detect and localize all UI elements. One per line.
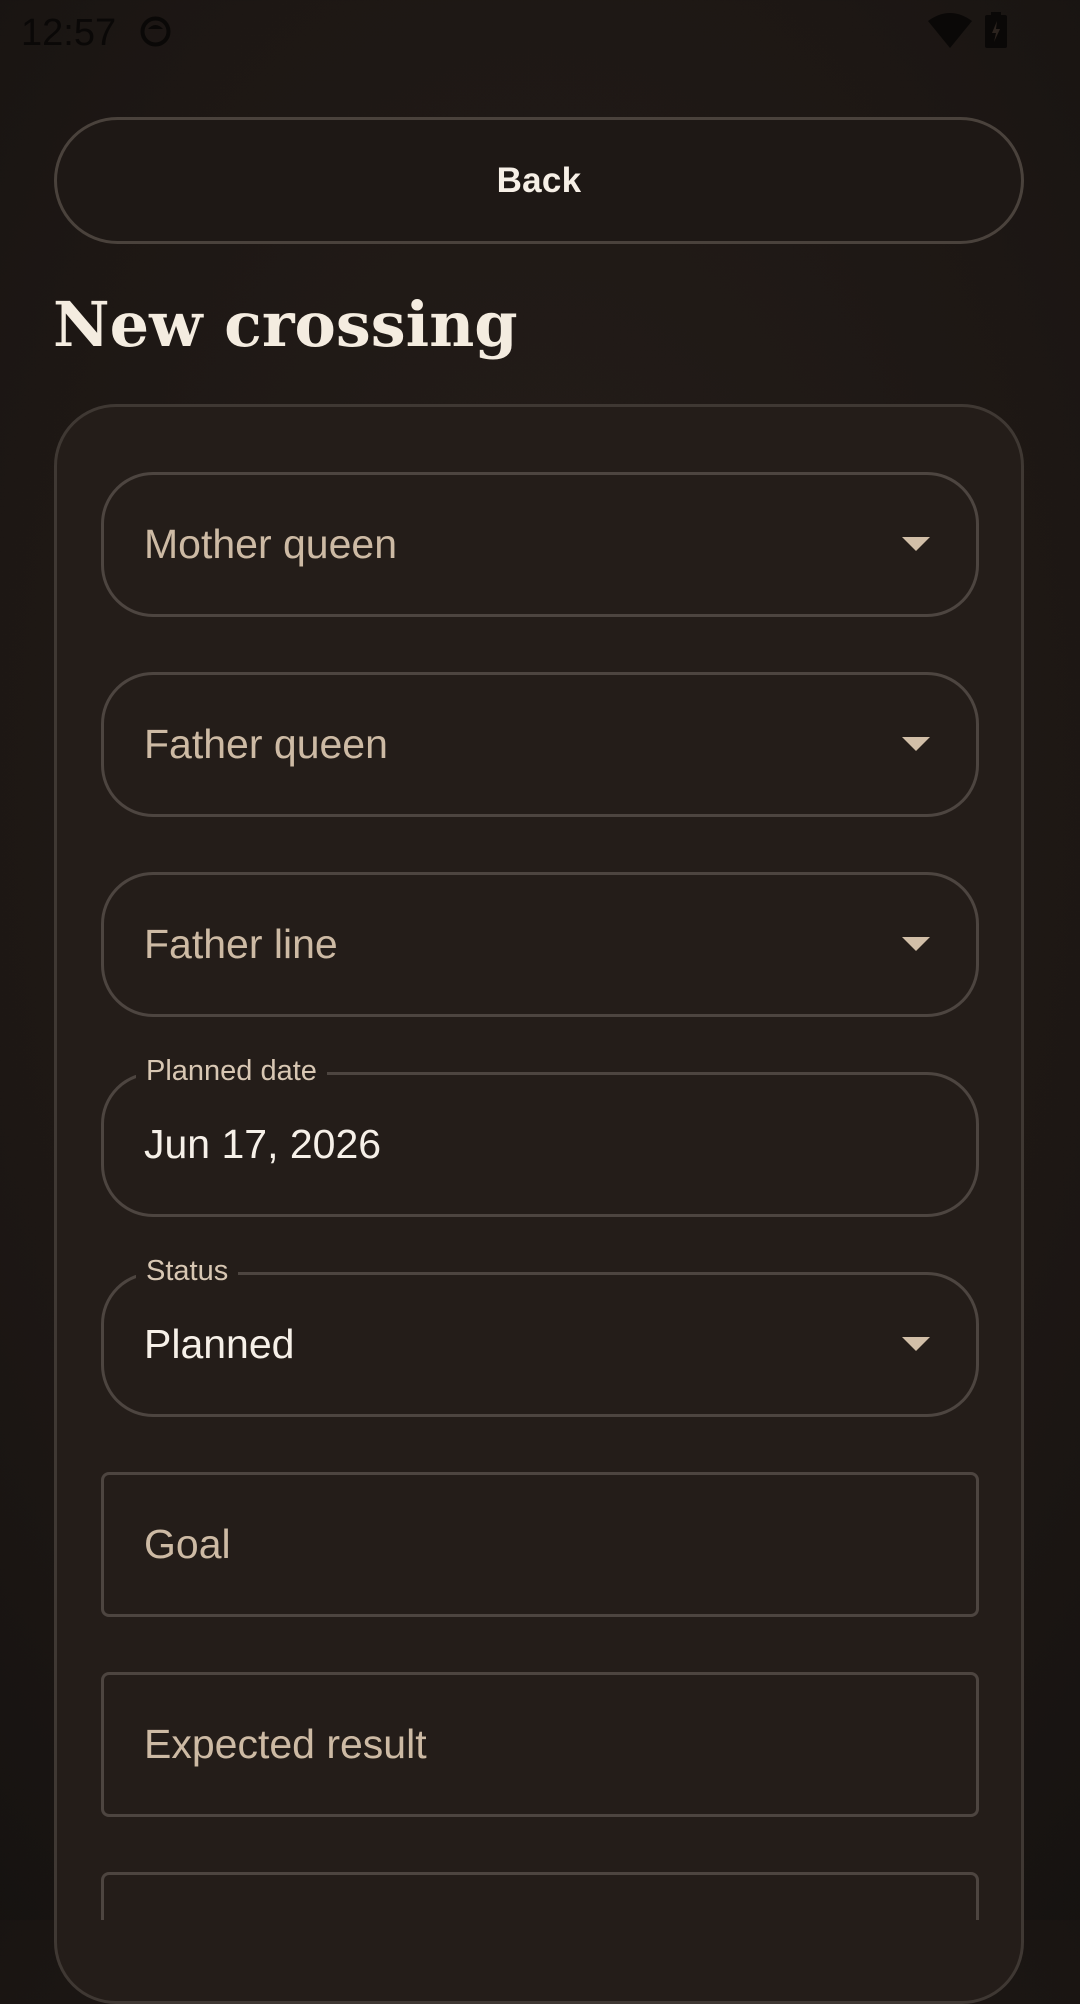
status-time: 12:57 bbox=[21, 12, 117, 54]
planned-date-value: Jun 17, 2026 bbox=[144, 1121, 382, 1167]
dropdown-arrow-icon bbox=[902, 537, 930, 551]
father-line-dropdown[interactable]: Father line bbox=[101, 872, 979, 1017]
father-queen-dropdown[interactable]: Father queen bbox=[101, 672, 979, 817]
dropdown-arrow-icon bbox=[902, 1337, 930, 1351]
back-button-label: Back bbox=[496, 160, 582, 200]
back-button[interactable]: Back bbox=[54, 117, 1024, 244]
goal-input[interactable]: Goal bbox=[101, 1472, 979, 1617]
wifi-icon bbox=[928, 13, 972, 48]
dropdown-arrow-icon bbox=[902, 737, 930, 751]
mother-queen-placeholder: Mother queen bbox=[144, 521, 398, 567]
circle-status-icon bbox=[140, 16, 171, 47]
goal-placeholder: Goal bbox=[144, 1521, 231, 1567]
page-title: New crossing bbox=[53, 288, 518, 361]
expected-result-placeholder: Expected result bbox=[144, 1721, 427, 1767]
expected-result-input[interactable]: Expected result bbox=[101, 1672, 979, 1817]
notes-input[interactable] bbox=[101, 1872, 979, 1920]
status-value: Planned bbox=[144, 1321, 295, 1367]
father-queen-placeholder: Father queen bbox=[144, 721, 388, 767]
dropdown-arrow-icon bbox=[902, 937, 930, 951]
status-dropdown[interactable]: Status Planned bbox=[101, 1251, 979, 1417]
status-bar: 12:57 bbox=[0, 0, 1080, 66]
father-line-placeholder: Father line bbox=[144, 921, 338, 967]
battery-icon bbox=[985, 12, 1007, 48]
mother-queen-dropdown[interactable]: Mother queen bbox=[101, 472, 979, 617]
planned-date-field[interactable]: Planned date Jun 17, 2026 bbox=[101, 1051, 979, 1217]
